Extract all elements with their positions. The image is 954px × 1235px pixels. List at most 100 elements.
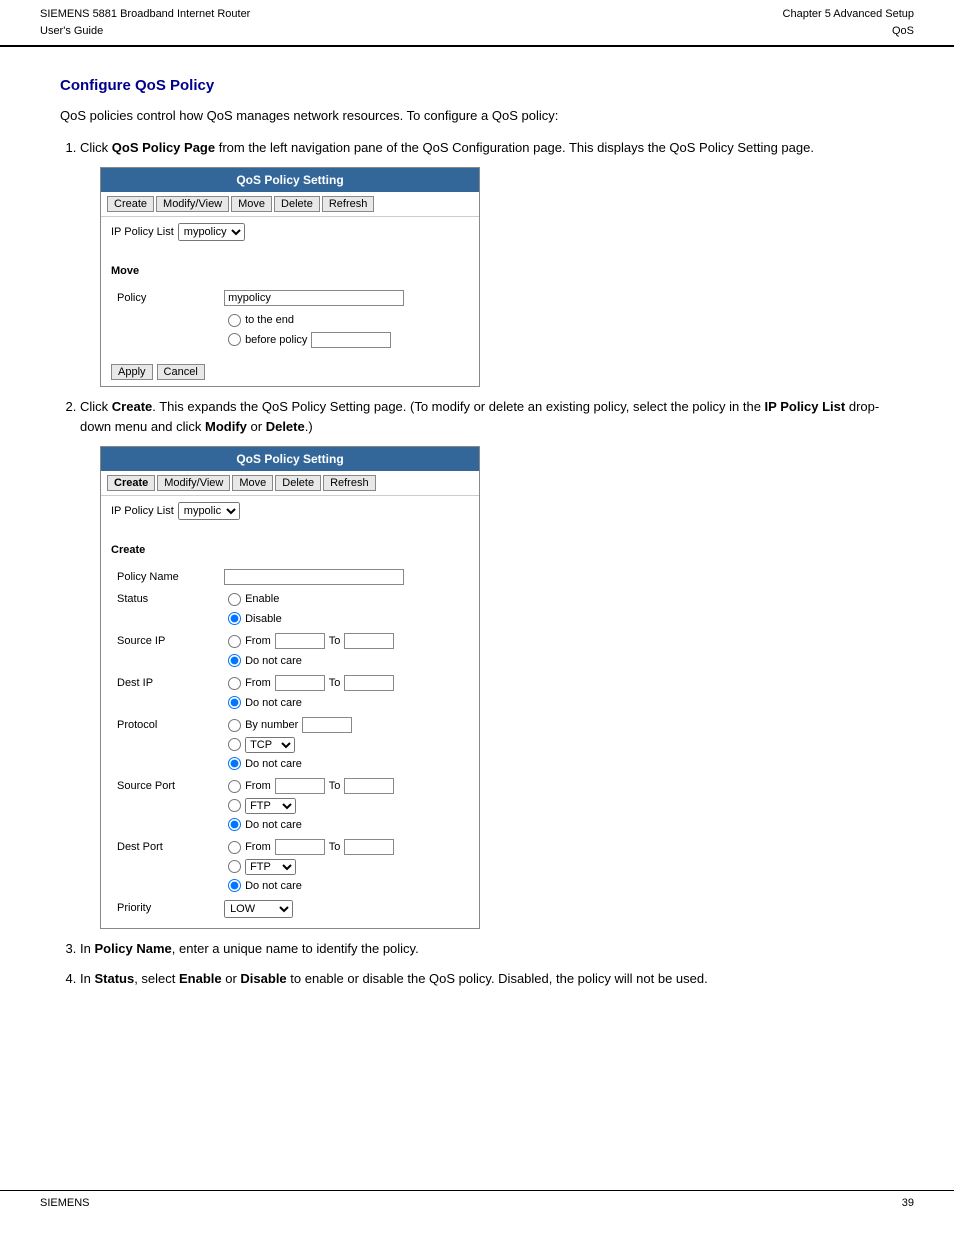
main-content: Configure QoS Policy QoS policies contro… — [0, 47, 954, 1028]
header-right: Chapter 5 Advanced Setup QoS — [783, 6, 914, 39]
step2-bold1: Create — [112, 399, 152, 414]
step4-mid: , select — [134, 971, 179, 986]
step2-post: .) — [305, 419, 313, 434]
header-left: SIEMENS 5881 Broadband Internet Router U… — [40, 6, 250, 39]
panel2-srcport-group: From To FTP HT — [228, 778, 463, 833]
panel1-modifyview-btn[interactable]: Modify/View — [156, 196, 229, 212]
panel2-ip-policy-select[interactable]: mypolic — [178, 502, 240, 520]
panel2-create-label: Create — [111, 542, 469, 559]
panel1-action-row: Apply Cancel — [101, 358, 479, 386]
panel2-protocol-group: By number TCP UDP ICMP — [228, 717, 463, 772]
panel2-ip-policy-row: IP Policy List mypolic — [111, 502, 469, 520]
panel2-status-group: Enable Disable — [228, 591, 463, 627]
panel1-toolbar: Create Modify/View Move Delete Refresh — [101, 192, 479, 217]
panel2-srcip-dnc-radio[interactable] — [228, 654, 241, 667]
panel2-destport-group: From To FTP HT — [228, 839, 463, 894]
panel2-srcport-select[interactable]: FTP HTTP — [245, 798, 296, 814]
panel1-radio-before[interactable] — [228, 333, 241, 346]
step2-pre: Click — [80, 399, 112, 414]
step1-mid: from the left navigation pane of the QoS… — [215, 140, 814, 155]
panel2-srcport-from-input[interactable] — [275, 778, 325, 794]
panel2-proto-num-input[interactable] — [302, 717, 352, 733]
panel2-status-enable-radio[interactable] — [228, 593, 241, 606]
panel1-policy-label: Policy — [113, 288, 218, 309]
panel2-srcip-from-input[interactable] — [275, 633, 325, 649]
panel2-create-btn[interactable]: Create — [107, 475, 155, 491]
panel2-destport-label: Dest Port — [113, 837, 218, 896]
panel1-policy-input[interactable] — [224, 290, 404, 306]
panel1-ip-policy-select[interactable]: mypolicy — [178, 223, 245, 241]
panel2-dstip-dnc-radio[interactable] — [228, 696, 241, 709]
panel2-dstip-from-label: From — [245, 675, 271, 692]
panel2-srcport-dnc-radio[interactable] — [228, 818, 241, 831]
panel2-dstip-to-input[interactable] — [344, 675, 394, 691]
panel2-policyname-input[interactable] — [224, 569, 404, 585]
panel2-srcport-ftp-radio[interactable] — [228, 799, 241, 812]
panel2-srcport-to-label: To — [329, 778, 341, 795]
step-4: In Status, select Enable or Disable to e… — [80, 969, 894, 989]
panel2-title: QoS Policy Setting — [101, 447, 479, 471]
panel1-toend-label: to the end — [245, 312, 294, 329]
panel1-before-input[interactable] — [311, 332, 391, 348]
panel2-modifyview-btn[interactable]: Modify/View — [157, 475, 230, 491]
panel2-form: Policy Name Status — [111, 565, 469, 923]
panel2-proto-num-label: By number — [245, 717, 298, 734]
panel1-radio-group: to the end before policy — [228, 312, 463, 348]
panel1-title: QoS Policy Setting — [101, 168, 479, 192]
step-3: In Policy Name, enter a unique name to i… — [80, 939, 894, 959]
panel2-content: IP Policy List mypolic Create Policy Nam… — [101, 496, 479, 928]
panel2-srcport-dnc-label: Do not care — [245, 817, 302, 834]
panel1-create-btn[interactable]: Create — [107, 196, 154, 212]
panel1-radio-toend[interactable] — [228, 314, 241, 327]
panel2-refresh-btn[interactable]: Refresh — [323, 475, 376, 491]
step2-bold2: IP Policy List — [765, 399, 846, 414]
panel2-srcport-to-input[interactable] — [344, 778, 394, 794]
panel2-dstip-from-radio[interactable] — [228, 677, 241, 690]
panel1-cancel-btn[interactable]: Cancel — [157, 364, 205, 380]
panel2-dstport-dnc-label: Do not care — [245, 878, 302, 895]
panel2-srcip-to-label: To — [329, 633, 341, 650]
panel2-dstport-to-input[interactable] — [344, 839, 394, 855]
step1-bold1: QoS Policy Page — [112, 140, 215, 155]
panel2-dstip-dnc-label: Do not care — [245, 695, 302, 712]
panel2-proto-dnc-label: Do not care — [245, 756, 302, 773]
panel2-destip-label: Dest IP — [113, 673, 218, 713]
panel2-dstport-from-input[interactable] — [275, 839, 325, 855]
panel2-srcip-from-radio[interactable] — [228, 635, 241, 648]
panel2-delete-btn[interactable]: Delete — [275, 475, 321, 491]
step3-pre: In — [80, 941, 94, 956]
panel2-proto-tcp-radio[interactable] — [228, 738, 241, 751]
panel2-proto-dnc-radio[interactable] — [228, 757, 241, 770]
panel2-move-btn[interactable]: Move — [232, 475, 273, 491]
panel2-disable-label: Disable — [245, 611, 282, 628]
panel1-move-label: Move — [111, 263, 469, 280]
step4-bold1: Status — [94, 971, 134, 986]
footer-left: SIEMENS — [40, 1197, 90, 1209]
panel2-dstport-from-radio[interactable] — [228, 841, 241, 854]
page-footer: SIEMENS 39 — [0, 1190, 954, 1215]
panel1-apply-btn[interactable]: Apply — [111, 364, 153, 380]
panel2-sourceip-label: Source IP — [113, 631, 218, 671]
footer-right: 39 — [902, 1197, 914, 1209]
panel2-dstip-to-label: To — [329, 675, 341, 692]
panel2-dstip-from-input[interactable] — [275, 675, 325, 691]
panel2-proto-num-radio[interactable] — [228, 719, 241, 732]
panel2-srcport-from-radio[interactable] — [228, 780, 241, 793]
step3-post: , enter a unique name to identify the po… — [172, 941, 419, 956]
page-header: SIEMENS 5881 Broadband Internet Router U… — [0, 0, 954, 47]
panel2-status-disable-radio[interactable] — [228, 612, 241, 625]
panel1-move-btn[interactable]: Move — [231, 196, 272, 212]
panel2-dstport-ftp-radio[interactable] — [228, 860, 241, 873]
panel2-protocol-label: Protocol — [113, 715, 218, 774]
panel2-srcip-dnc-label: Do not care — [245, 653, 302, 670]
panel1-delete-btn[interactable]: Delete — [274, 196, 320, 212]
panel2-proto-select[interactable]: TCP UDP ICMP — [245, 737, 295, 753]
panel2-srcip-to-input[interactable] — [344, 633, 394, 649]
panel2-dstport-select[interactable]: FTP HTTP — [245, 859, 296, 875]
intro-text: QoS policies control how QoS manages net… — [60, 106, 894, 126]
panel2-dstport-dnc-radio[interactable] — [228, 879, 241, 892]
panel2-priority-select[interactable]: LOW MEDIUM HIGH — [224, 900, 293, 918]
step4-pre: In — [80, 971, 94, 986]
panel1-refresh-btn[interactable]: Refresh — [322, 196, 375, 212]
panel2-srcport-label: Source Port — [113, 776, 218, 835]
